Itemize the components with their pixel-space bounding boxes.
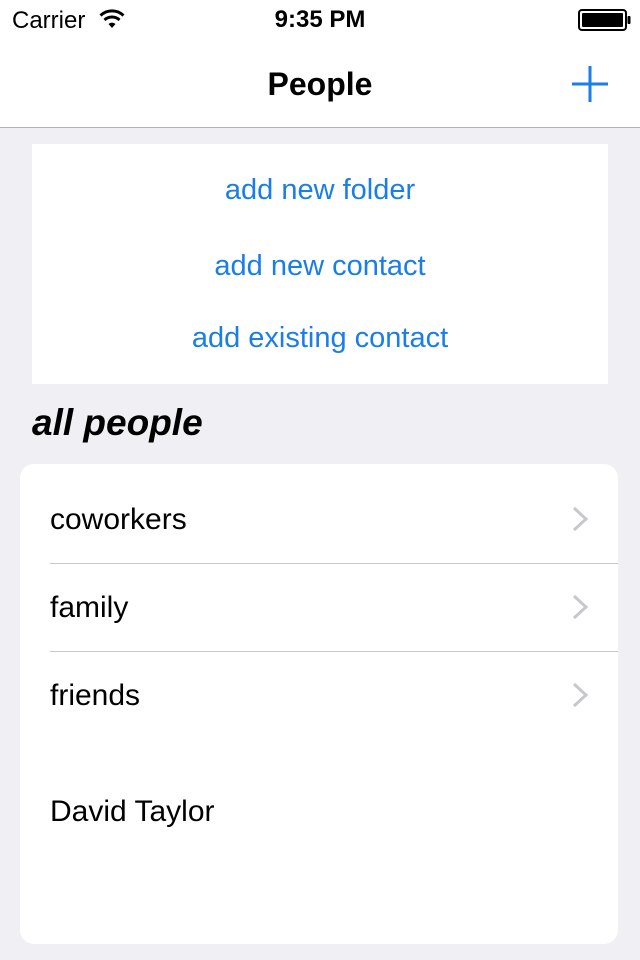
folder-label: family bbox=[50, 591, 129, 624]
contact-row[interactable]: David Taylor bbox=[20, 779, 618, 851]
people-list: coworkers family friends David Taylor bbox=[20, 464, 618, 944]
section-title: all people bbox=[32, 402, 203, 443]
add-new-folder-button[interactable]: add new folder bbox=[32, 174, 608, 207]
folder-row-coworkers[interactable]: coworkers bbox=[20, 475, 618, 563]
page-title: People bbox=[267, 66, 373, 102]
folder-row-friends[interactable]: friends bbox=[20, 651, 618, 739]
navigation-bar: People bbox=[0, 40, 640, 128]
chevron-right-icon bbox=[572, 506, 589, 532]
chevron-right-icon bbox=[572, 682, 589, 708]
add-button[interactable] bbox=[566, 60, 614, 108]
folder-label: friends bbox=[50, 679, 141, 712]
folder-label: coworkers bbox=[50, 503, 187, 536]
add-new-contact-button[interactable]: add new contact bbox=[32, 250, 608, 283]
clock: 9:35 PM bbox=[274, 6, 366, 33]
battery-icon bbox=[578, 9, 631, 31]
plus-icon bbox=[572, 66, 608, 102]
add-existing-contact-button[interactable]: add existing contact bbox=[32, 322, 608, 355]
chevron-right-icon bbox=[572, 594, 589, 620]
status-bar: Carrier 9:35 PM bbox=[0, 0, 640, 40]
actions-panel: add new folder add new contact add exist… bbox=[32, 144, 608, 384]
contact-name: David Taylor bbox=[50, 795, 215, 828]
folder-row-family[interactable]: family bbox=[20, 563, 618, 651]
